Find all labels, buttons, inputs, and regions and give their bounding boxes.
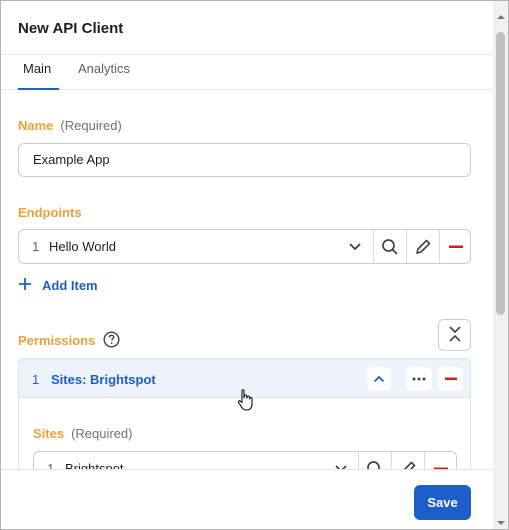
name-input[interactable]: Example App [18, 143, 471, 177]
permission-item-card: 1 Sites: Brightspot Sites(Required) 1 Br… [18, 358, 471, 478]
tab-main-label: Main [23, 61, 52, 76]
chevron-up-icon[interactable] [367, 367, 391, 391]
endpoint-row: 1 Hello World [18, 229, 471, 264]
pencil-icon[interactable] [407, 230, 439, 263]
minus-icon[interactable] [440, 230, 471, 263]
chevron-down-icon[interactable] [345, 238, 365, 256]
endpoint-select-value[interactable]: Hello World [49, 239, 116, 254]
tab-analytics-label: Analytics [78, 61, 131, 76]
add-item-label: Add Item [42, 277, 98, 293]
more-icon[interactable] [406, 367, 432, 391]
new-api-client-dialog: New API Client Main Analytics Name (Requi… [0, 0, 509, 530]
endpoint-row-index: 1 [32, 239, 40, 254]
pointer-cursor-icon [237, 389, 255, 413]
name-label: Name (Required) [18, 118, 122, 133]
permission-item-index: 1 [32, 372, 40, 387]
name-required-text: (Required) [60, 118, 122, 133]
tab-main[interactable]: Main [18, 58, 59, 90]
sites-label-text: Sites [33, 426, 65, 441]
dialog-header: New API Client [1, 1, 493, 55]
save-button[interactable]: Save [414, 485, 471, 520]
dialog-footer: Save [1, 469, 493, 529]
scrollbar-thumb[interactable] [496, 32, 505, 315]
minus-icon[interactable] [438, 367, 463, 391]
scroll-up-arrow-icon[interactable] [496, 9, 506, 19]
collapse-icon [448, 325, 462, 346]
endpoints-label: Endpoints [18, 205, 82, 220]
sites-label: Sites (Required) [33, 426, 133, 441]
dialog-title: New API Client [18, 20, 124, 37]
search-icon[interactable] [374, 230, 406, 263]
help-circle-icon[interactable] [103, 331, 120, 348]
plus-icon [18, 277, 32, 294]
collapse-all-button[interactable] [438, 319, 471, 351]
name-label-text: Name [18, 118, 54, 133]
add-item-button[interactable]: Add Item [18, 275, 98, 295]
permissions-label: Permissions [18, 333, 96, 348]
permission-item-title: Sites: Brightspot [51, 372, 156, 387]
sites-required-text: (Required) [71, 426, 133, 441]
scroll-down-arrow-icon[interactable] [496, 515, 506, 525]
tab-bar: Main Analytics [1, 55, 493, 90]
